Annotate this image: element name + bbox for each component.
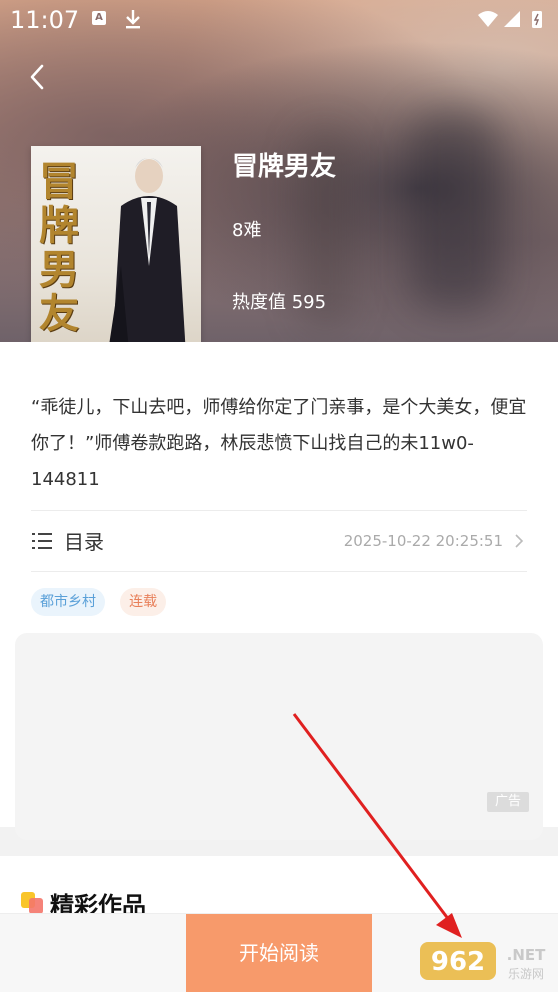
chevron-right-icon bbox=[515, 534, 524, 548]
start-reading-button[interactable]: 开始阅读 bbox=[186, 914, 372, 992]
blur-shape bbox=[410, 110, 500, 310]
ad-label: 广告 bbox=[487, 792, 529, 812]
tag-status[interactable]: 连载 bbox=[120, 588, 167, 616]
tag-list: 都市乡村 连载 bbox=[31, 588, 176, 618]
status-bar: 11:07 A bbox=[0, 0, 558, 40]
book-cover[interactable]: 冒牌男友 bbox=[31, 146, 201, 372]
list-icon bbox=[32, 533, 52, 549]
watermark-suffix: .NET bbox=[507, 946, 546, 964]
book-author[interactable]: 8难 bbox=[232, 216, 261, 242]
divider bbox=[31, 510, 527, 511]
watermark-site: 乐游网 bbox=[508, 967, 544, 981]
back-button[interactable] bbox=[22, 60, 56, 94]
watermark-number: 962 bbox=[431, 947, 485, 977]
ad-banner[interactable]: 广告 bbox=[15, 633, 543, 840]
toc-row[interactable]: 目录 2025-10-22 20:25:51 bbox=[31, 520, 527, 564]
toc-label: 目录 bbox=[64, 530, 104, 554]
status-time: 11:07 bbox=[10, 6, 80, 34]
tag-category[interactable]: 都市乡村 bbox=[31, 588, 105, 616]
book-heat: 热度值 595 bbox=[232, 292, 327, 313]
book-description: “乖徒儿，下山去吧，师傅给你定了门亲事，是个大美女，便宜你了！”师傅卷款跑路，林… bbox=[31, 397, 527, 490]
wifi-icon bbox=[478, 11, 498, 27]
signal-icon bbox=[504, 11, 520, 27]
site-watermark: 962 .NET 乐游网 bbox=[420, 942, 546, 981]
download-icon bbox=[126, 10, 140, 29]
cover-figure bbox=[105, 158, 187, 372]
divider bbox=[31, 571, 527, 572]
book-title: 冒牌男友 bbox=[232, 152, 337, 182]
status-right-icons bbox=[478, 11, 542, 28]
cover-title: 冒牌男友 bbox=[39, 158, 79, 337]
toc-updated-time: 2025-10-22 20:25:51 bbox=[343, 532, 503, 550]
chevron-left-icon bbox=[30, 64, 44, 90]
app-a-icon: A bbox=[92, 11, 106, 25]
